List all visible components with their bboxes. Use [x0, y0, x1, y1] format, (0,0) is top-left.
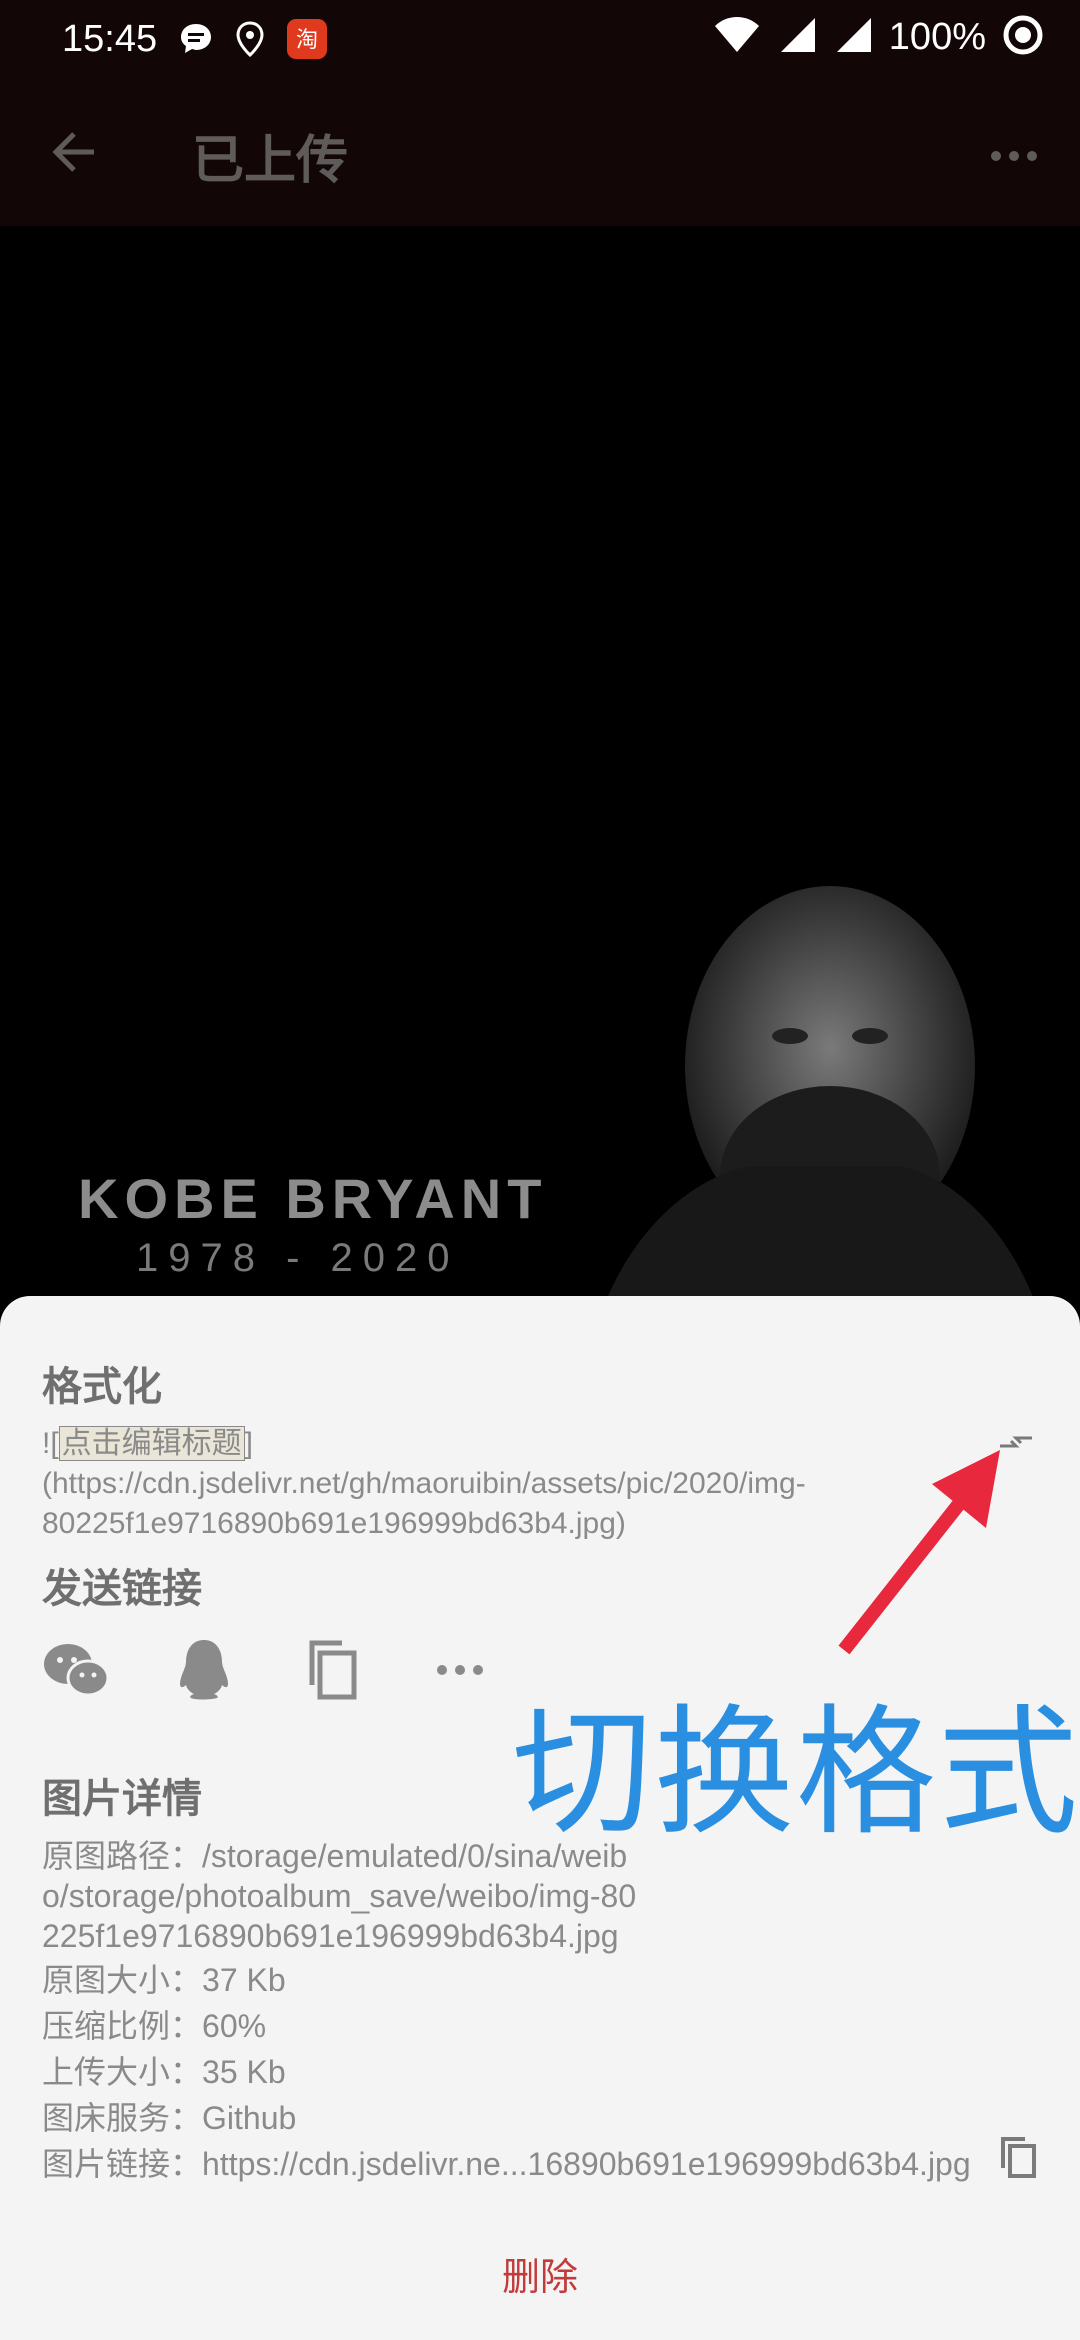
more-horizontal-icon — [437, 1665, 483, 1675]
annotation-arrow — [838, 1450, 1000, 1655]
poster-years: 1978 - 2020 — [136, 1236, 460, 1280]
status-time: 15:45 — [62, 18, 158, 60]
more-horizontal-icon — [991, 151, 1037, 161]
format-prefix: ![ — [42, 1427, 59, 1460]
more-menu-button[interactable] — [984, 126, 1044, 186]
edit-title-field[interactable]: 点击编辑标题 — [58, 1426, 245, 1461]
battery-percent: 100% — [888, 16, 986, 58]
copy-icon — [1001, 2137, 1036, 2178]
portrait-image — [600, 886, 1040, 1316]
share-qq-button[interactable] — [170, 1636, 238, 1704]
image-preview[interactable]: KOBE BRYANT 1978 - 2020 — [0, 226, 1080, 1316]
share-wechat-button[interactable] — [42, 1636, 110, 1704]
app-bar: 已上传 — [0, 80, 1080, 226]
taobao-app-icon: 淘 — [286, 18, 328, 65]
annotation-label: 切换格式 — [512, 1694, 1080, 1851]
wechat-icon — [44, 1644, 110, 1697]
page-title: 已上传 — [192, 132, 349, 190]
record-icon — [1002, 14, 1044, 61]
detail-host-service: 图床服务：Github — [42, 2100, 297, 2136]
detail-image-link: 图片链接：https://cdn.jsdelivr.ne...16890b691… — [42, 2146, 971, 2182]
location-icon — [234, 21, 266, 62]
status-left-icons: 淘 — [178, 18, 328, 65]
copy-image-link-button[interactable] — [998, 2136, 1038, 2180]
share-more-button[interactable] — [426, 1636, 494, 1704]
details-section-title: 图片详情 — [42, 1777, 202, 1821]
signal-icon — [777, 16, 817, 59]
format-section-title: 格式化 — [42, 1365, 162, 1409]
status-right: 100% — [713, 14, 1044, 61]
delete-button[interactable]: 删除 — [0, 2246, 1080, 2301]
signal-icon-2 — [833, 16, 873, 59]
wifi-icon — [713, 16, 761, 59]
status-bar: 15:45 淘 100% — [0, 0, 1080, 80]
detail-compression: 压缩比例：60% — [42, 2008, 267, 2044]
qq-icon — [180, 1640, 228, 1700]
poster-name: KOBE BRYANT — [78, 1167, 548, 1230]
back-button[interactable] — [44, 122, 104, 182]
share-row — [42, 1636, 554, 1704]
detail-upload-size: 上传大小：35 Kb — [42, 2054, 286, 2090]
svg-text:淘: 淘 — [296, 28, 318, 53]
arrow-left-icon — [52, 132, 94, 172]
message-icon — [178, 21, 214, 62]
detail-original-size: 原图大小：37 Kb — [42, 1962, 286, 1998]
copy-link-share-button[interactable] — [298, 1636, 366, 1704]
copy-icon — [309, 1640, 357, 1700]
share-section-title: 发送链接 — [42, 1567, 202, 1611]
